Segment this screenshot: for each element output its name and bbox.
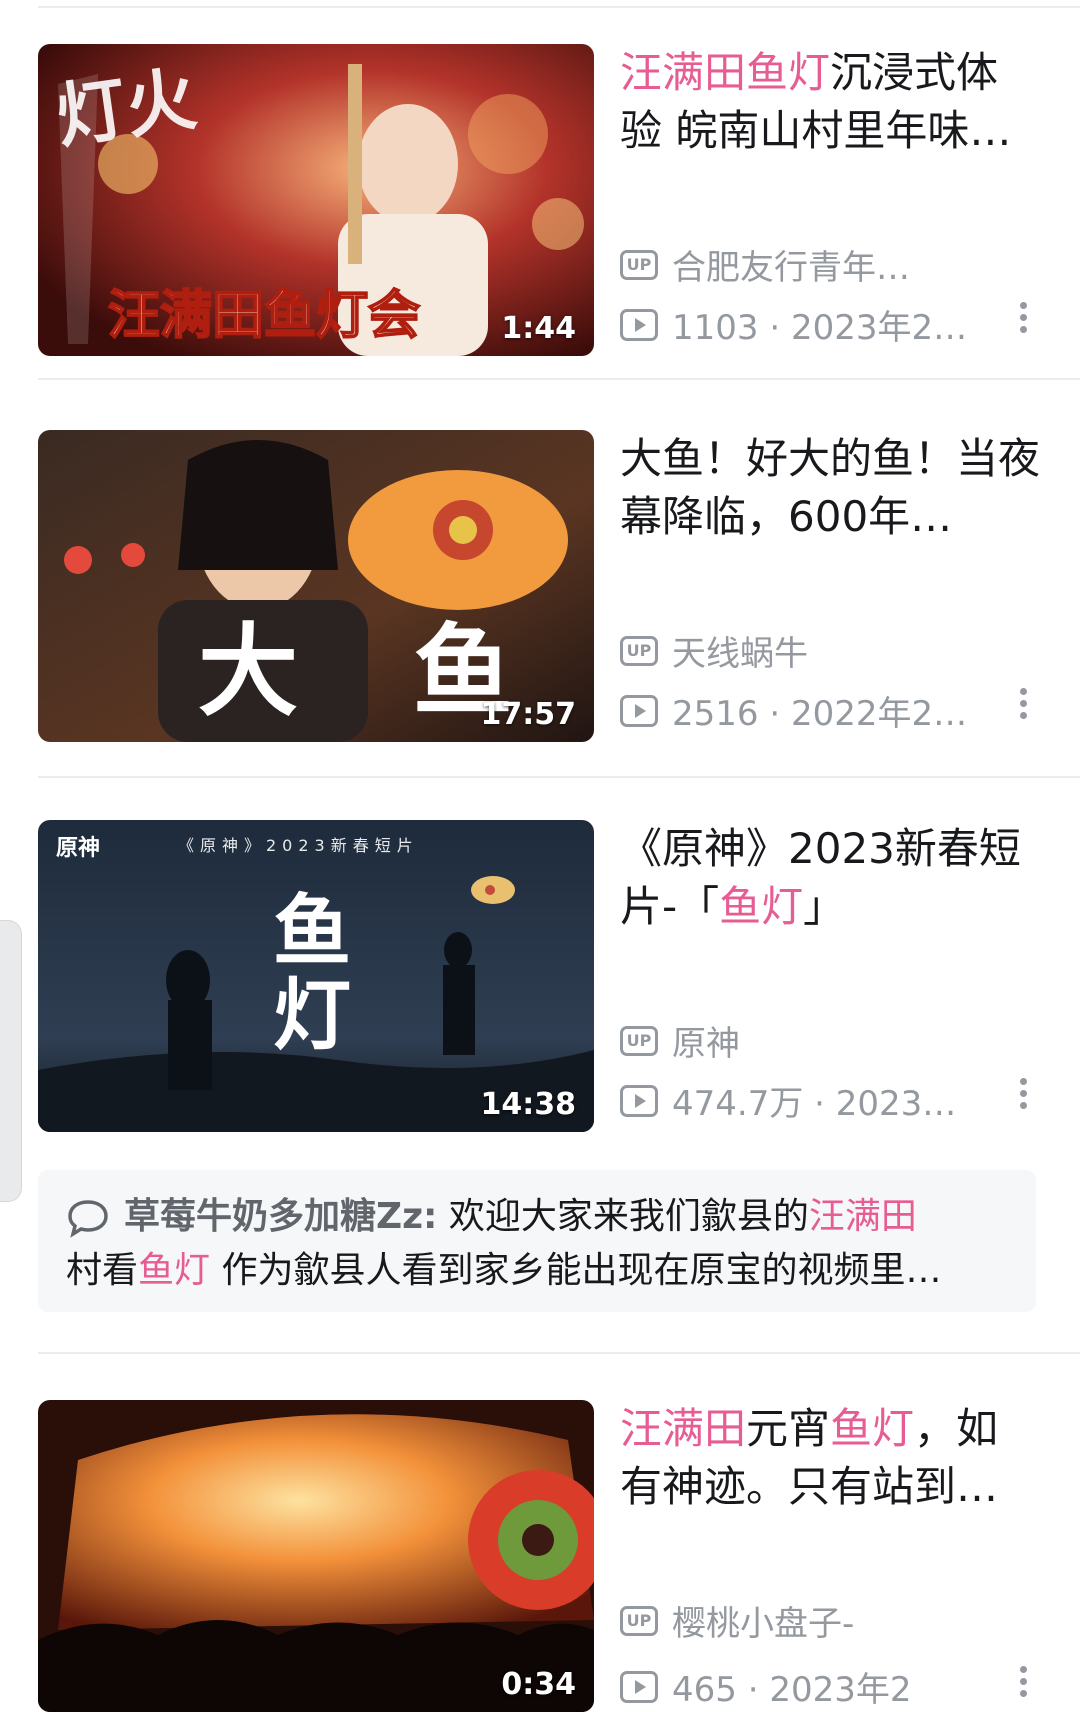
uploader-row[interactable]: UP 天线蜗牛 (620, 626, 808, 675)
thumbnail-title: 鱼灯 (273, 886, 352, 1061)
comment-keyword: 汪满田 (808, 1196, 917, 1237)
comment-text: 村看 (66, 1250, 139, 1291)
uploader-row[interactable]: UP 樱桃小盘子- (620, 1596, 854, 1645)
video-thumbnail[interactable]: 原神 《原神》2023新春短片 鱼灯 14:38 (38, 820, 594, 1132)
video-title[interactable]: 大鱼！好大的鱼！当夜幕降临，600年… (620, 430, 1040, 546)
uploader-name: 原神 (672, 1024, 740, 1064)
divider (38, 776, 1080, 778)
title-keyword: 鱼灯 (719, 882, 804, 931)
view-count-date: 474.7万 · 2023… (672, 1084, 957, 1124)
video-info: 汪满田元宵鱼灯，如有神迹。只有站到… UP 樱桃小盘子- 465 · 2023年… (620, 1400, 1040, 1712)
video-card[interactable]: 大 鱼 17:57 大鱼！好大的鱼！当夜幕降临，600年… UP 天线蜗牛 25… (0, 430, 1080, 742)
video-card[interactable]: 灯火 汪满田鱼灯会 1:44 汪满田鱼灯沉浸式体验 皖南山村里年味… UP 合肥… (0, 44, 1080, 356)
thumbnail-caption: 灯火 (50, 56, 202, 159)
comment-bubble-icon (68, 1200, 108, 1238)
title-text: 元宵 (746, 1404, 831, 1453)
divider (38, 378, 1080, 380)
video-title[interactable]: 汪满田鱼灯沉浸式体验 皖南山村里年味… (620, 44, 1040, 160)
top-divider (38, 6, 1080, 8)
divider (38, 1352, 1080, 1354)
play-count-icon (620, 1670, 658, 1703)
title-keyword: 汪满田 (620, 1404, 747, 1453)
video-thumbnail[interactable]: 灯火 汪满田鱼灯会 1:44 (38, 44, 594, 356)
video-card[interactable]: 原神 《原神》2023新春短片 鱼灯 14:38 《原神》2023新春短片-「鱼… (0, 820, 1080, 1132)
video-title[interactable]: 《原神》2023新春短片-「鱼灯」 (620, 820, 1040, 936)
up-badge-icon: UP (620, 1605, 658, 1636)
video-thumbnail[interactable]: 0:34 (38, 1400, 594, 1712)
stats-row: 2516 · 2022年2… (620, 686, 1030, 735)
title-text: 大鱼！好大的鱼！当夜幕降临，600年… (620, 434, 1040, 541)
up-badge-icon: UP (620, 635, 658, 666)
uploader-name: 天线蜗牛 (672, 634, 808, 674)
play-count-icon (620, 1084, 658, 1117)
video-info: 《原神》2023新春短片-「鱼灯」 UP 原神 474.7万 · 2023… (620, 820, 1040, 1132)
video-info: 大鱼！好大的鱼！当夜幕降临，600年… UP 天线蜗牛 2516 · 2022年… (620, 430, 1040, 742)
title-keyword: 鱼灯 (830, 1404, 915, 1453)
thumbnail-image (38, 1400, 594, 1712)
duration-badge: 17:57 (480, 697, 577, 732)
thumbnail-logo: 原神 (56, 836, 101, 861)
stats-row: 474.7万 · 2023… (620, 1076, 1030, 1125)
comment-text: 作为歙县人看到家乡能出现在原宝的视频里… (210, 1250, 942, 1291)
more-vertical-icon[interactable] (1018, 1078, 1028, 1114)
view-count-date: 1103 · 2023年2… (672, 308, 968, 348)
top-comment[interactable]: 草莓牛奶多加糖Zz: 欢迎大家来我们歙县的汪满田村看鱼灯 作为歙县人看到家乡能出… (38, 1170, 1036, 1312)
video-card[interactable]: 0:34 汪满田元宵鱼灯，如有神迹。只有站到… UP 樱桃小盘子- 465 · … (0, 1400, 1080, 1712)
stats-row: 1103 · 2023年2… (620, 300, 1030, 349)
title-text: 」 (803, 882, 846, 931)
uploader-row[interactable]: UP 原神 (620, 1016, 740, 1065)
more-vertical-icon[interactable] (1018, 688, 1028, 724)
side-drawer-handle[interactable] (0, 920, 22, 1202)
duration-badge: 14:38 (480, 1087, 577, 1122)
more-vertical-icon[interactable] (1018, 1666, 1028, 1702)
thumbnail-header: 《原神》2023新春短片 (178, 836, 419, 855)
uploader-name: 樱桃小盘子- (672, 1604, 855, 1644)
comment-text: 欢迎大家来我们歙县的 (437, 1196, 809, 1237)
video-title[interactable]: 汪满田元宵鱼灯，如有神迹。只有站到… (620, 1400, 1040, 1516)
title-keyword: 汪满田鱼灯 (620, 48, 831, 97)
up-badge-icon: UP (620, 1025, 658, 1056)
view-count-date: 2516 · 2022年2… (672, 694, 968, 734)
up-badge-icon: UP (620, 249, 658, 280)
uploader-name: 合肥友行青年… (672, 248, 910, 288)
play-count-icon (620, 308, 658, 341)
comment-user[interactable]: 草莓牛奶多加糖Zz: (124, 1196, 437, 1237)
thumbnail-title: 汪满田鱼灯会 (107, 284, 421, 347)
video-info: 汪满田鱼灯沉浸式体验 皖南山村里年味… UP 合肥友行青年… 1103 · 20… (620, 44, 1040, 356)
duration-badge: 0:34 (501, 1667, 576, 1702)
uploader-row[interactable]: UP 合肥友行青年… (620, 240, 910, 289)
comment-keyword: 鱼灯 (138, 1250, 211, 1291)
play-count-icon (620, 694, 658, 727)
video-thumbnail[interactable]: 大 鱼 17:57 (38, 430, 594, 742)
duration-badge: 1:44 (501, 311, 576, 346)
more-vertical-icon[interactable] (1018, 302, 1028, 338)
